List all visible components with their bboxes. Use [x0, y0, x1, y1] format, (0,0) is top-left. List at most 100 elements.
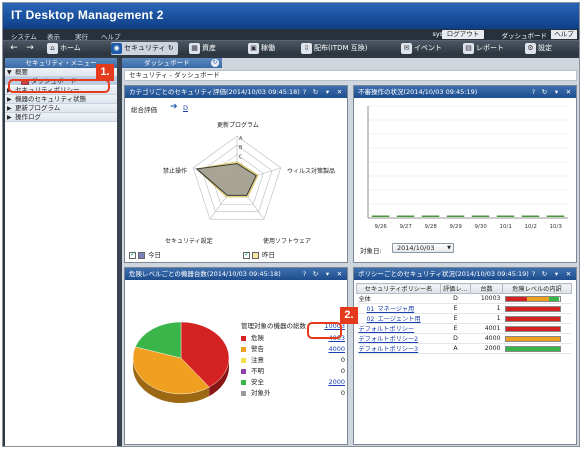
chevron-down-icon[interactable]: ▾ — [552, 270, 561, 278]
chevron-down-icon[interactable]: ▾ — [323, 270, 332, 278]
risk-level-value[interactable]: 2000 — [328, 378, 345, 387]
table-row[interactable]: 01_マネージャ用 E 1 — [356, 303, 572, 314]
policy-name[interactable]: デフォルトポリシー2 — [356, 333, 441, 344]
legend-today[interactable]: 今日 — [129, 249, 161, 259]
target-date-select[interactable]: 2014/10/03 ▼ — [392, 243, 454, 253]
back-icon[interactable]: ← — [7, 42, 21, 55]
toolbar-distribution[interactable]: ⇩ 配布(ITDM 互換) — [301, 42, 367, 55]
policy-name[interactable]: 01_マネージャ用 — [356, 303, 441, 314]
menu-bar: システム 表示 実行 ヘルプ system ログアウト ダッシュボード ヘルプ — [3, 29, 579, 41]
policy-grade: E — [440, 313, 471, 324]
policy-grade: A — [440, 343, 471, 354]
risk-level-name: 危険 — [251, 334, 264, 342]
toolbar-operation[interactable]: ▣ 稼働 — [248, 42, 275, 55]
legend-swatch — [241, 336, 246, 341]
toolbar-security[interactable]: ◉ セキュリティ ↻ — [111, 42, 178, 55]
toolbar-home[interactable]: ⌂ ホーム — [47, 42, 81, 55]
help-icon[interactable]: ? — [300, 270, 309, 278]
help-icon[interactable]: ? — [300, 88, 309, 96]
sidebar-item-device-status[interactable]: ▶ 機器のセキュリティ状態 — [5, 95, 117, 104]
toolbar-security-label: セキュリティ — [124, 44, 166, 52]
col-policy-name[interactable]: セキュリティポリシー名 — [356, 283, 441, 294]
x-tick-label: 10/1 — [499, 224, 512, 230]
forward-icon[interactable]: → — [23, 42, 37, 55]
risk-level-name: 不明 — [251, 367, 264, 375]
report-icon: ▤ — [463, 43, 474, 54]
refresh-icon[interactable]: ↻ — [540, 270, 549, 278]
table-row[interactable]: 02_エージェント用 E 1 — [356, 313, 572, 324]
radar-axis-software: 使用ソフトウェア — [263, 238, 312, 245]
chevron-down-icon[interactable]: ▾ — [552, 88, 561, 96]
legend-today-label: 今日 — [148, 251, 161, 259]
help-button[interactable]: ヘルプ — [551, 30, 577, 39]
toolbar-assets-label: 資産 — [202, 44, 216, 52]
policy-name[interactable]: デフォルトポリシー3 — [356, 343, 441, 354]
reload-icon[interactable]: ↻ — [211, 59, 219, 67]
checkbox[interactable] — [243, 250, 250, 259]
risk-breakdown-bar — [504, 295, 561, 302]
chevron-right-icon: ▶ — [7, 105, 12, 112]
toolbar-assets[interactable]: ▦ 資産 — [189, 42, 216, 55]
toolbar-settings[interactable]: ⚙ 設定 — [525, 42, 552, 55]
lock-icon: ◉ — [111, 43, 122, 54]
legend-yesterday[interactable]: 昨日 — [243, 249, 275, 259]
bar — [446, 215, 465, 217]
risk-level-row: 注意 0 — [241, 356, 345, 365]
dashboard-link[interactable]: ダッシュボード — [502, 30, 548, 40]
risk-breakdown-bar — [504, 305, 561, 312]
close-icon[interactable]: ✕ — [564, 88, 573, 96]
close-icon[interactable]: ✕ — [335, 88, 344, 96]
col-risk-breakdown[interactable]: 危険レベルの内訳 — [502, 283, 572, 294]
sidebar-item-updates[interactable]: ▶ 更新プログラム — [5, 104, 117, 113]
operation-icon: ▣ — [248, 43, 259, 54]
policy-count: 1 — [470, 313, 503, 324]
table-row[interactable]: デフォルトポリシー2 D 4000 — [356, 333, 572, 344]
help-icon[interactable]: ? — [529, 270, 538, 278]
col-count[interactable]: 台数 — [470, 283, 503, 294]
panel-header: ポリシーごとのセキュリティ状況(2014/10/03 09:45:19) ? ↻… — [354, 268, 576, 280]
x-tick-label: 9/30 — [474, 224, 487, 230]
refresh-icon[interactable]: ↻ — [311, 88, 320, 96]
risk-level-name: 警告 — [251, 345, 264, 353]
risk-level-row: 警告 4000 — [241, 345, 345, 354]
policy-count: 4001 — [470, 323, 503, 334]
risk-breakdown-cell — [502, 293, 572, 304]
risk-level-value: 0 — [340, 367, 345, 375]
target-date-value: 2014/10/03 — [397, 244, 435, 252]
help-icon[interactable]: ? — [529, 88, 538, 96]
toolbar-reports[interactable]: ▤ レポート — [463, 42, 504, 55]
tab-dashboard-label: ダッシュボード — [144, 59, 190, 67]
sidebar-item-operation-log[interactable]: ▶ 操作ログ — [5, 113, 117, 122]
bar — [421, 215, 440, 217]
unsafe-ops-chart — [367, 105, 568, 219]
risk-breakdown-bar — [504, 315, 561, 322]
table-row[interactable]: デフォルトポリシー E 4001 — [356, 323, 572, 334]
logout-button[interactable]: ログアウト — [442, 30, 484, 39]
legend-yesterday-label: 昨日 — [262, 251, 275, 259]
chevron-down-icon[interactable]: ▾ — [323, 88, 332, 96]
refresh-icon[interactable]: ↻ — [311, 270, 320, 278]
col-grade[interactable]: 評価レ… — [440, 283, 471, 294]
sidebar-item-operation-log-label: 操作ログ — [15, 113, 41, 121]
radar-grade-tick: C — [239, 154, 243, 160]
risk-breakdown-bar — [504, 345, 561, 352]
sidebar-item-device-status-label: 機器のセキュリティ状態 — [15, 95, 87, 103]
home-icon: ⌂ — [47, 43, 58, 54]
policy-count: 10003 — [470, 293, 503, 304]
x-tick-label: 9/27 — [399, 224, 412, 230]
bar — [496, 215, 515, 217]
checkbox[interactable] — [129, 250, 136, 259]
table-row[interactable]: デフォルトポリシー3 A 2000 — [356, 343, 572, 354]
tab-dashboard[interactable]: ダッシュボード ↻ — [122, 58, 222, 68]
security-menu: セキュリティ・メニュー ▼ 概要 ダッシュボード ▶ セキュリティポリシー ▶ 機器の… — [5, 58, 117, 446]
refresh-icon[interactable]: ↻ — [540, 88, 549, 96]
close-icon[interactable]: ✕ — [564, 270, 573, 278]
close-icon[interactable]: ✕ — [335, 270, 344, 278]
toolbar-events[interactable]: ✉ イベント — [401, 42, 442, 55]
refresh-icon[interactable]: ↻ — [168, 44, 174, 52]
risk-level-value[interactable]: 4000 — [328, 345, 345, 354]
policy-name[interactable]: 02_エージェント用 — [356, 313, 441, 324]
policy-name[interactable]: デフォルトポリシー — [356, 323, 441, 334]
callout-ring-2 — [307, 322, 342, 339]
panel-header: 不審操作の状況(2014/10/03 09:45:19) ? ↻ ▾ ✕ — [354, 86, 576, 98]
